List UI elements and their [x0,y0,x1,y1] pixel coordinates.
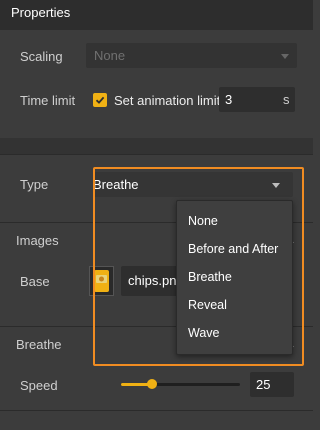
menu-item-wave[interactable]: Wave [188,326,220,340]
images-section-label[interactable]: Images [16,233,59,248]
chevron-down-icon [281,54,289,59]
time-limit-unit: s [283,92,290,107]
divider [0,154,313,155]
time-limit-input[interactable]: 3 s [219,87,295,112]
scaling-label: Scaling [20,49,63,64]
time-limit-label: Time limit [20,93,76,108]
breathe-section-label[interactable]: Breathe [16,337,62,352]
type-dropdown-menu: None Before and After Breathe Reveal Wav… [176,200,293,355]
menu-item-reveal[interactable]: Reveal [188,298,227,312]
scaling-select[interactable]: None [86,43,297,68]
menu-item-breathe[interactable]: Breathe [188,270,232,284]
checkmark-icon [95,96,105,104]
speed-label: Speed [20,378,58,393]
panel-title: Properties [11,5,71,20]
speed-slider-knob[interactable] [147,379,157,389]
speed-value: 25 [256,377,271,392]
divider [0,410,313,411]
animation-limit-label: Set animation limit [114,93,221,108]
base-label: Base [20,274,50,289]
speed-input[interactable]: 25 [250,372,294,397]
animation-limit-checkbox[interactable] [93,93,107,107]
scaling-value: None [94,48,126,63]
section-separator [0,138,313,154]
type-label: Type [20,177,49,192]
time-limit-value: 3 [225,92,233,107]
properties-header: Properties [0,0,313,30]
menu-item-before-and-after[interactable]: Before and After [188,242,278,256]
menu-item-none[interactable]: None [188,214,218,228]
